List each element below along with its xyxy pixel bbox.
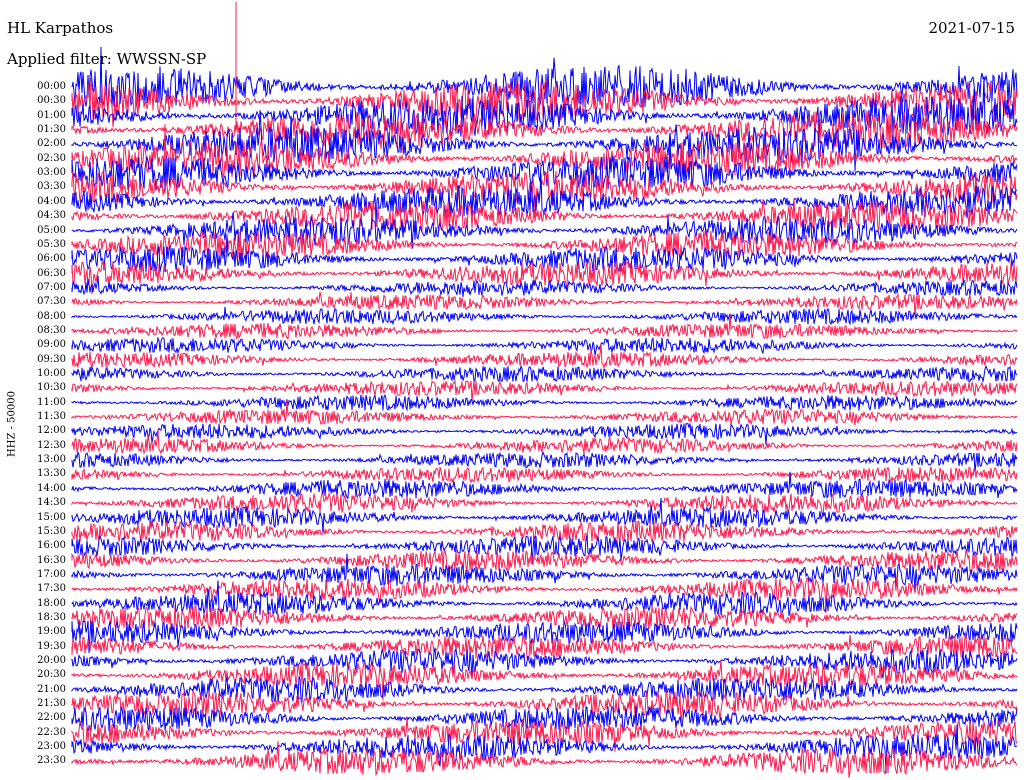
seismic-trace xyxy=(71,450,1018,473)
time-label: 21:30 xyxy=(37,698,66,710)
time-label: 04:00 xyxy=(37,195,66,207)
seismic-trace xyxy=(71,466,1018,485)
time-label: 09:30 xyxy=(37,353,66,365)
time-label: 01:30 xyxy=(37,124,66,136)
time-label: 15:30 xyxy=(37,525,66,537)
time-label: 14:00 xyxy=(37,482,66,494)
seismic-trace xyxy=(71,423,1018,445)
time-label: 16:00 xyxy=(37,540,66,552)
time-label: 02:00 xyxy=(37,138,66,150)
time-label: 04:30 xyxy=(37,210,66,222)
time-label: 08:00 xyxy=(37,310,66,322)
time-label: 17:00 xyxy=(37,568,66,580)
time-label: 05:30 xyxy=(37,238,66,250)
helicorder-plot xyxy=(71,2,1018,778)
time-label: 18:30 xyxy=(37,611,66,623)
time-label: 13:00 xyxy=(37,454,66,466)
time-label: 12:00 xyxy=(37,425,66,437)
time-label: 19:00 xyxy=(37,626,66,638)
seismic-trace xyxy=(71,548,1018,572)
time-label: 18:00 xyxy=(37,597,66,609)
time-label: 06:00 xyxy=(37,253,66,265)
time-label: 22:30 xyxy=(37,726,66,738)
seismic-trace xyxy=(71,724,1018,774)
seismic-trace xyxy=(71,393,1018,412)
time-label: 00:30 xyxy=(37,95,66,107)
time-label: 10:30 xyxy=(37,382,66,394)
seismic-trace xyxy=(71,364,1018,383)
time-label: 23:00 xyxy=(37,741,66,753)
seismic-trace xyxy=(71,379,1018,402)
time-label: 00:00 xyxy=(37,81,66,92)
time-label: 20:30 xyxy=(37,669,66,681)
time-label: 20:00 xyxy=(37,655,66,666)
time-label: 22:00 xyxy=(37,712,66,724)
seismic-trace xyxy=(71,659,1018,701)
time-label: 07:00 xyxy=(37,281,66,293)
time-label: 19:30 xyxy=(37,640,66,652)
record-date: 2021-07-15 xyxy=(928,19,1015,37)
time-label: 12:30 xyxy=(37,439,66,451)
time-label: 14:30 xyxy=(37,497,66,509)
time-label: 15:00 xyxy=(37,511,66,523)
time-label: 16:30 xyxy=(37,554,66,566)
time-label: 07:30 xyxy=(37,296,66,308)
seismic-trace xyxy=(71,306,1018,326)
time-label: 09:00 xyxy=(37,339,66,351)
time-label: 03:30 xyxy=(37,181,66,193)
time-label: 23:30 xyxy=(37,755,66,767)
time-label: 03:00 xyxy=(37,167,66,179)
time-label: 13:30 xyxy=(37,468,66,480)
time-label: 11:00 xyxy=(37,396,66,408)
time-label: 08:30 xyxy=(37,324,66,336)
time-axis: 00:00 00:30 01:00 01:30 02:00 02:30 03:00 03:30… xyxy=(0,0,66,780)
time-label: 01:00 xyxy=(37,109,66,121)
seismic-trace xyxy=(71,492,1018,518)
time-label: 17:30 xyxy=(37,583,66,595)
time-label: 10:00 xyxy=(37,368,66,379)
time-label: 05:00 xyxy=(37,224,66,236)
seismic-trace xyxy=(71,519,1018,544)
time-label: 21:00 xyxy=(37,683,66,695)
time-label: 06:30 xyxy=(37,267,66,279)
seismic-trace xyxy=(71,336,1018,356)
time-label: 11:30 xyxy=(37,411,66,423)
time-label: 02:30 xyxy=(37,152,66,164)
seismic-trace xyxy=(71,605,1018,631)
